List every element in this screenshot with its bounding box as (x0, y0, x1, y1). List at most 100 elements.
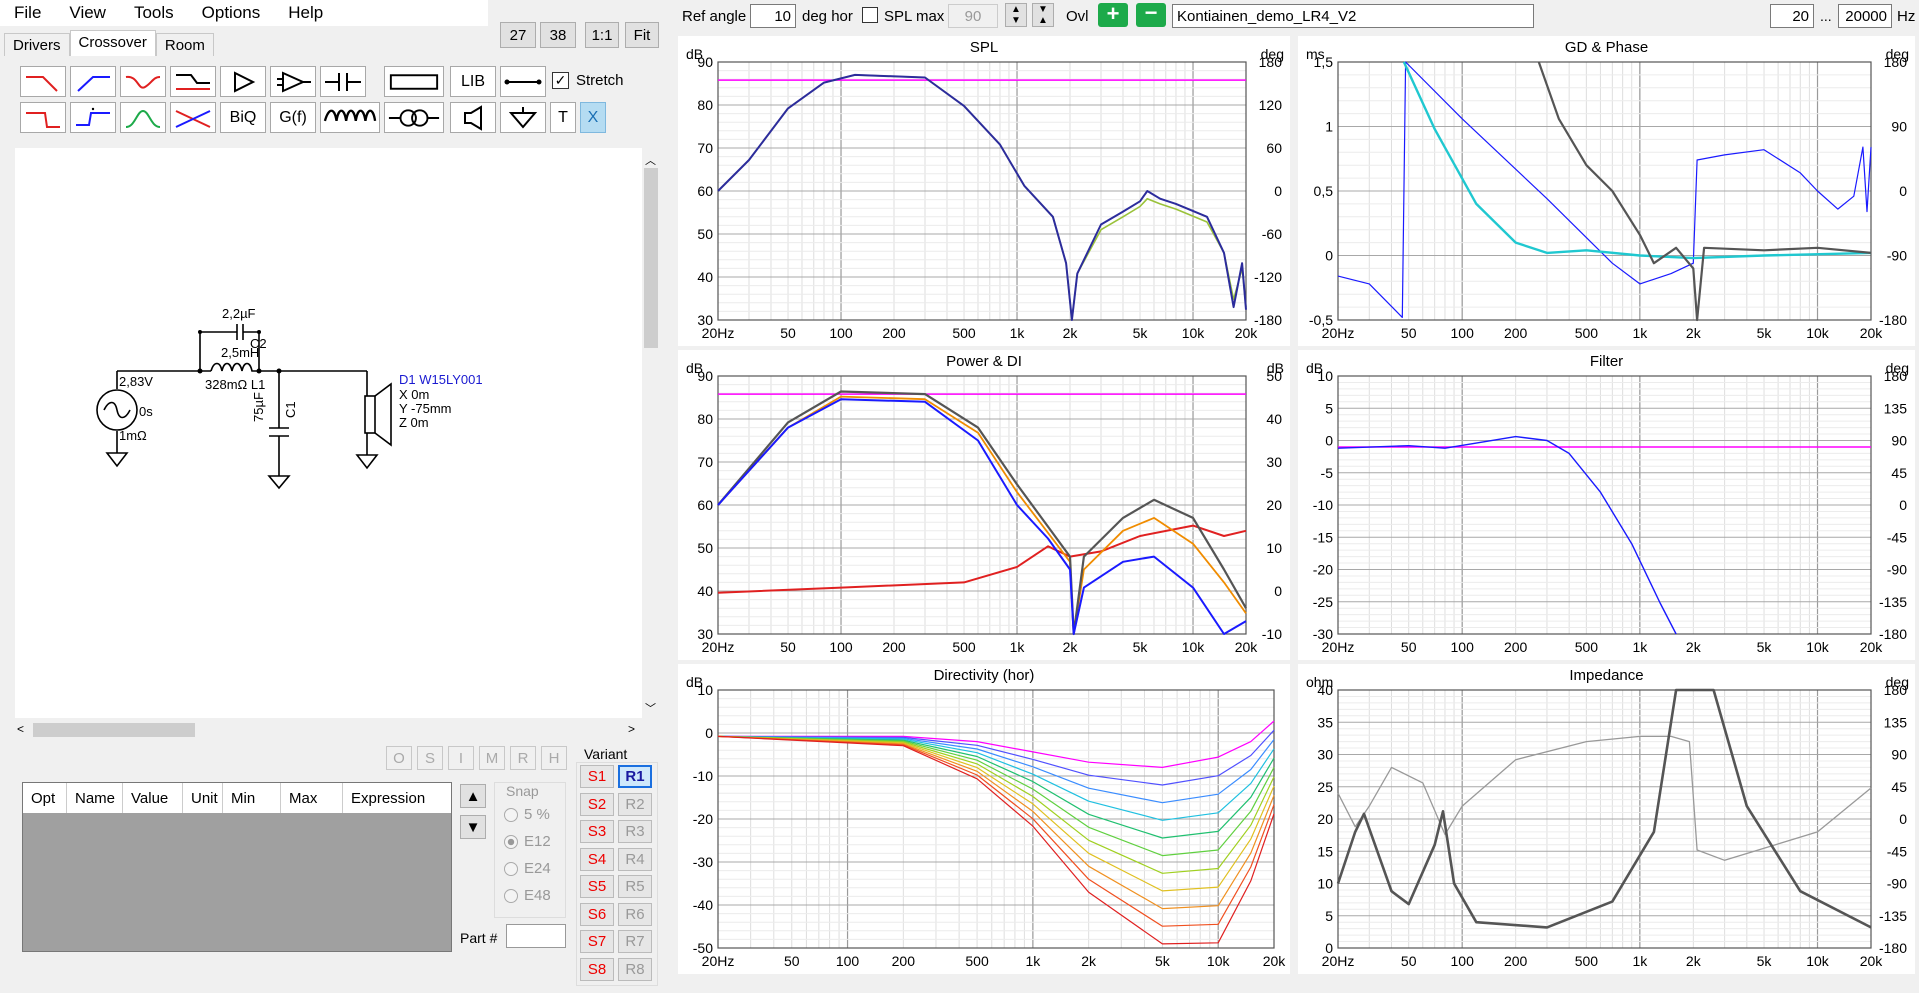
scroll-up-icon[interactable]: ︿ (645, 152, 656, 168)
col-max[interactable]: Max (281, 783, 343, 813)
variant-s2-button[interactable]: S2 (580, 792, 614, 816)
bandpass-tool[interactable] (120, 102, 166, 133)
optimizer-table[interactable]: Opt Name Value Unit Min Max Expression (22, 782, 452, 952)
add-overlay-button[interactable]: + (1098, 3, 1128, 27)
opt-h-button[interactable]: H (541, 746, 567, 770)
ground-tool[interactable] (500, 102, 546, 133)
shelf-tool[interactable] (170, 66, 216, 97)
col-opt[interactable]: Opt (23, 783, 67, 813)
opamp-tool[interactable] (270, 66, 316, 97)
highpass-blue-tool[interactable] (70, 66, 116, 97)
schematic-horizontal-scrollbar[interactable]: < > (15, 721, 642, 739)
gd-phase-graph[interactable]: GD & Phase ms deg 1,5 180 1 90 0,5 0 0 -90 -0,5 -180… (1298, 36, 1915, 346)
opt-r-button[interactable]: R (510, 746, 536, 770)
resistor-tool[interactable] (384, 66, 444, 97)
speaker-tool[interactable] (450, 102, 496, 133)
notch-red-tool[interactable] (120, 66, 166, 97)
col-value[interactable]: Value (123, 783, 183, 813)
capacitor-tool[interactable] (320, 66, 366, 97)
schematic-drawing (96, 324, 392, 490)
y-tick-label: 70 (697, 140, 713, 156)
variant-r6-button[interactable]: R6 (618, 902, 652, 926)
driver-name-label[interactable]: D1 W15LY001 (399, 372, 483, 387)
freq-min-input[interactable] (1770, 4, 1814, 28)
scroll-down-icon[interactable]: ﹀ (645, 700, 656, 716)
text-tool[interactable]: T (550, 102, 576, 133)
project-name-input[interactable] (1172, 4, 1534, 28)
spl-max-input[interactable] (948, 4, 998, 28)
directivity-graph[interactable]: Directivity (hor) dB 10 0 -10 -20 -30 -40 -50 20H… (678, 664, 1290, 974)
schematic-canvas[interactable]: 2,83V 0s 1mΩ 2,2µF C2 2,5mH 328mΩ L1 75µ… (15, 148, 642, 718)
menu-file[interactable]: File (0, 3, 55, 23)
zoom-fit-button[interactable]: Fit (625, 22, 659, 48)
inductor-tool[interactable] (320, 102, 380, 133)
stretch-checkbox[interactable]: ✓ (552, 72, 569, 89)
snap-e12-radio[interactable]: E12 (504, 833, 551, 850)
spl-graph[interactable]: SPL dB deg 90 180 80 120 70 60 60 0 50 -60 40 -120 30 -1… (678, 36, 1290, 346)
lowpass-alt-tool[interactable] (20, 102, 66, 133)
menu-tools[interactable]: Tools (120, 3, 188, 23)
variant-r8-button[interactable]: R8 (618, 957, 652, 981)
x-toggle-button[interactable]: X (580, 102, 606, 133)
menu-view[interactable]: View (55, 3, 120, 23)
variant-s3-button[interactable]: S3 (580, 820, 614, 843)
ref-angle-input[interactable] (750, 4, 796, 28)
opt-o-button[interactable]: O (386, 746, 412, 770)
col-expression[interactable]: Expression (343, 783, 451, 813)
biquad-tool[interactable]: BiQ (220, 102, 266, 133)
remove-overlay-button[interactable]: − (1136, 2, 1166, 27)
variant-s1-button[interactable]: S1 (580, 765, 614, 788)
variant-r7-button[interactable]: R7 (618, 930, 652, 953)
move-down-button[interactable]: ▼ (460, 815, 486, 839)
transformer-tool[interactable] (384, 102, 444, 133)
opt-m-button[interactable]: M (479, 746, 505, 770)
variant-r4-button[interactable]: R4 (618, 847, 652, 871)
menu-help[interactable]: Help (274, 3, 337, 23)
crossover-tool[interactable] (170, 102, 216, 133)
lowpass-red-tool[interactable] (20, 66, 66, 97)
impedance-graph[interactable]: Impedance ohm deg 40 180 35 135 30 90 25 45 20 0 15 -4… (1298, 664, 1915, 974)
zoom-38-button[interactable]: 38 (540, 22, 576, 48)
wire-tool[interactable] (500, 66, 546, 97)
variant-s8-button[interactable]: S8 (580, 957, 614, 981)
spl-max-checkbox[interactable] (862, 7, 878, 23)
vertical-scroll-thumb[interactable] (644, 168, 658, 348)
opt-s-button[interactable]: S (417, 746, 443, 770)
col-unit[interactable]: Unit (183, 783, 223, 813)
variant-s7-button[interactable]: S7 (580, 930, 614, 953)
library-button[interactable]: LIB (450, 66, 496, 97)
tab-crossover[interactable]: Crossover (69, 30, 156, 56)
snap-e24-radio[interactable]: E24 (504, 860, 551, 877)
variant-s6-button[interactable]: S6 (580, 902, 614, 926)
opt-i-button[interactable]: I (448, 746, 474, 770)
spl-up-down-button[interactable]: ▲ ▼ (1005, 3, 1027, 27)
tab-drivers[interactable]: Drivers (4, 33, 70, 56)
variant-r1-button[interactable]: R1 (618, 765, 652, 788)
snap-e48-radio[interactable]: E48 (504, 887, 551, 904)
schematic-vertical-scrollbar[interactable]: ︿ ﹀ (642, 148, 660, 718)
part-number-input[interactable] (506, 924, 566, 948)
highpass-alt-tool[interactable] (70, 102, 116, 133)
snap-5pct-radio[interactable]: 5 % (504, 806, 550, 823)
filter-graph[interactable]: Filter dB deg 10 180 5 135 0 90 -5 45 -10 0 -15 -45 -20… (1298, 350, 1915, 660)
zoom-27-button[interactable]: 27 (500, 22, 536, 48)
buffer-tool[interactable] (220, 66, 266, 97)
spl-fit-button[interactable]: ▼ ▲ (1032, 3, 1054, 27)
freq-max-input[interactable] (1838, 4, 1892, 28)
variant-r3-button[interactable]: R3 (618, 820, 652, 843)
tab-room[interactable]: Room (155, 33, 214, 56)
scroll-right-icon[interactable]: > (628, 722, 635, 736)
scroll-left-icon[interactable]: < (17, 722, 24, 736)
gf-tool[interactable]: G(f) (270, 102, 316, 133)
col-name[interactable]: Name (67, 783, 123, 813)
variant-r2-button[interactable]: R2 (618, 792, 652, 816)
move-up-button[interactable]: ▲ (460, 784, 486, 808)
horizontal-scroll-thumb[interactable] (33, 723, 195, 737)
col-min[interactable]: Min (223, 783, 281, 813)
variant-r5-button[interactable]: R5 (618, 875, 652, 898)
variant-s5-button[interactable]: S5 (580, 875, 614, 898)
menu-options[interactable]: Options (188, 3, 275, 23)
zoom-1to1-button[interactable]: 1:1 (585, 22, 619, 48)
variant-s4-button[interactable]: S4 (580, 847, 614, 871)
power-di-graph[interactable]: Power & DI dB dB 90 50 80 40 70 30 60 20 50 10 40 0 30-… (678, 350, 1290, 660)
